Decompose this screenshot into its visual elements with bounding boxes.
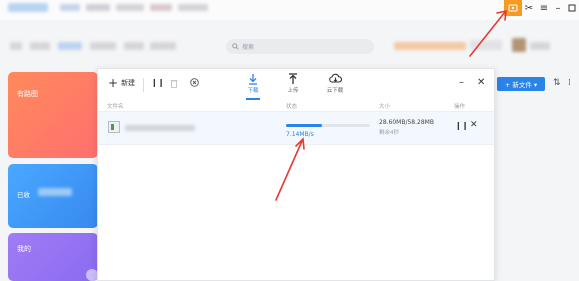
annotation-arrows bbox=[275, 9, 507, 201]
annotation-arrow-top bbox=[469, 9, 507, 57]
annotation-arrow-progress bbox=[275, 137, 305, 201]
